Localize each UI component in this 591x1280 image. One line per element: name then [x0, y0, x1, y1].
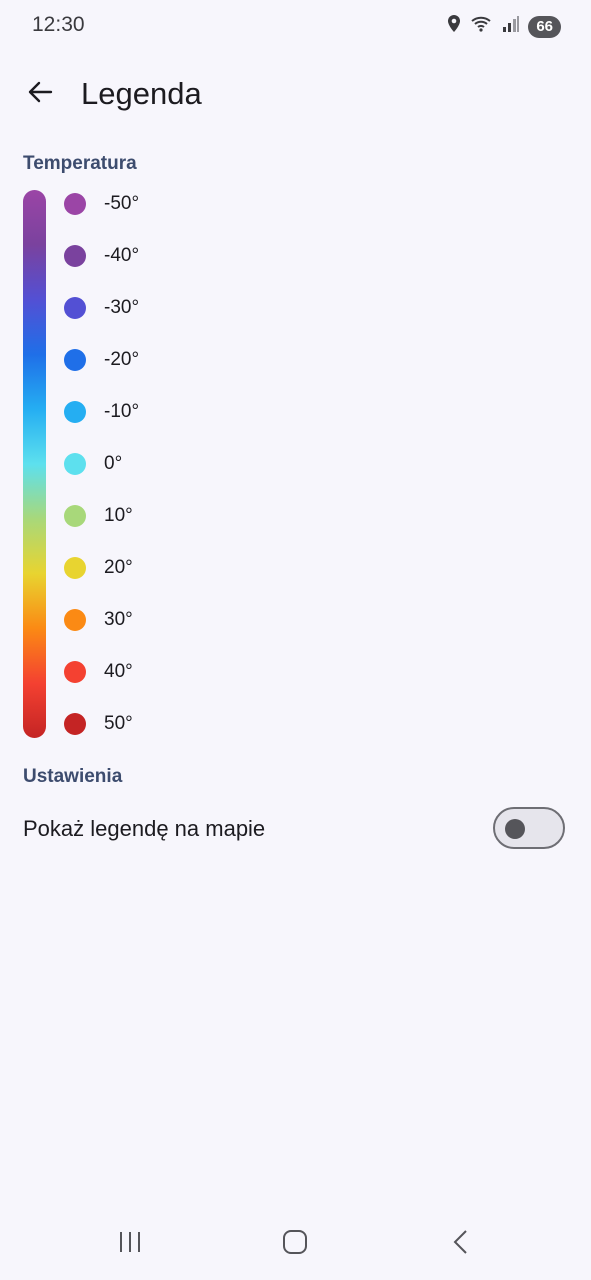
show-legend-setting[interactable]: Pokaż legendę na mapie: [0, 800, 591, 860]
legend-label: 0°: [104, 453, 123, 474]
legend-color-dot: [64, 453, 86, 475]
legend-item: 20°: [64, 542, 204, 594]
legend-color-dot: [64, 661, 86, 683]
status-time: 12:30: [32, 13, 85, 36]
temperature-section-title: Temperatura: [23, 153, 137, 174]
legend-item: -20°: [64, 334, 204, 386]
show-legend-switch[interactable]: [493, 807, 565, 849]
legend-item: 50°: [64, 698, 204, 750]
back-icon: [451, 1229, 471, 1260]
legend-label: 40°: [104, 661, 133, 682]
legend-label: -20°: [104, 349, 140, 370]
legend-color-dot: [64, 349, 86, 371]
arrow-left-icon: [26, 78, 54, 111]
show-legend-label: Pokaż legendę na mapie: [23, 816, 266, 841]
legend-item: 30°: [64, 594, 204, 646]
recent-apps-button[interactable]: [100, 1222, 160, 1266]
recent-apps-icon: [117, 1230, 143, 1259]
home-button[interactable]: [265, 1222, 325, 1266]
legend-label: -40°: [104, 245, 140, 266]
legend-label: 10°: [104, 505, 133, 526]
battery-indicator: 66: [528, 15, 561, 38]
legend-item: -10°: [64, 386, 204, 438]
legend-item: -30°: [64, 282, 204, 334]
signal-icon: [502, 14, 520, 39]
home-icon: [282, 1229, 308, 1260]
legend-color-dot: [64, 713, 86, 735]
legend-label: 50°: [104, 713, 133, 734]
legend-color-dot: [64, 245, 86, 267]
legend-color-dot: [64, 401, 86, 423]
legend-label: -50°: [104, 193, 140, 214]
legend-label: -10°: [104, 401, 140, 422]
legend-label: -30°: [104, 297, 140, 318]
wifi-icon: [470, 14, 494, 39]
legend-label: 20°: [104, 557, 133, 578]
legend-color-dot: [64, 297, 86, 319]
legend-color-dot: [64, 505, 86, 527]
legend-item: 10°: [64, 490, 204, 542]
back-button[interactable]: [18, 72, 62, 116]
legend-item: 0°: [64, 438, 204, 490]
navigation-bar: [0, 1210, 591, 1280]
temperature-gradient-bar: [23, 190, 46, 738]
switch-thumb: [505, 819, 525, 839]
legend-color-dot: [64, 557, 86, 579]
legend-item: -40°: [64, 230, 204, 282]
status-bar: 12:30 66: [0, 0, 591, 54]
legend-color-dot: [64, 609, 86, 631]
page-title: Legenda: [81, 76, 202, 111]
back-nav-button[interactable]: [431, 1222, 491, 1266]
legend-item: -50°: [64, 178, 204, 230]
settings-section-title: Ustawienia: [23, 766, 123, 787]
legend-color-dot: [64, 193, 86, 215]
app-bar: Legenda: [0, 60, 591, 128]
location-icon: [446, 14, 462, 39]
legend-label: 30°: [104, 609, 133, 630]
legend-item: 40°: [64, 646, 204, 698]
